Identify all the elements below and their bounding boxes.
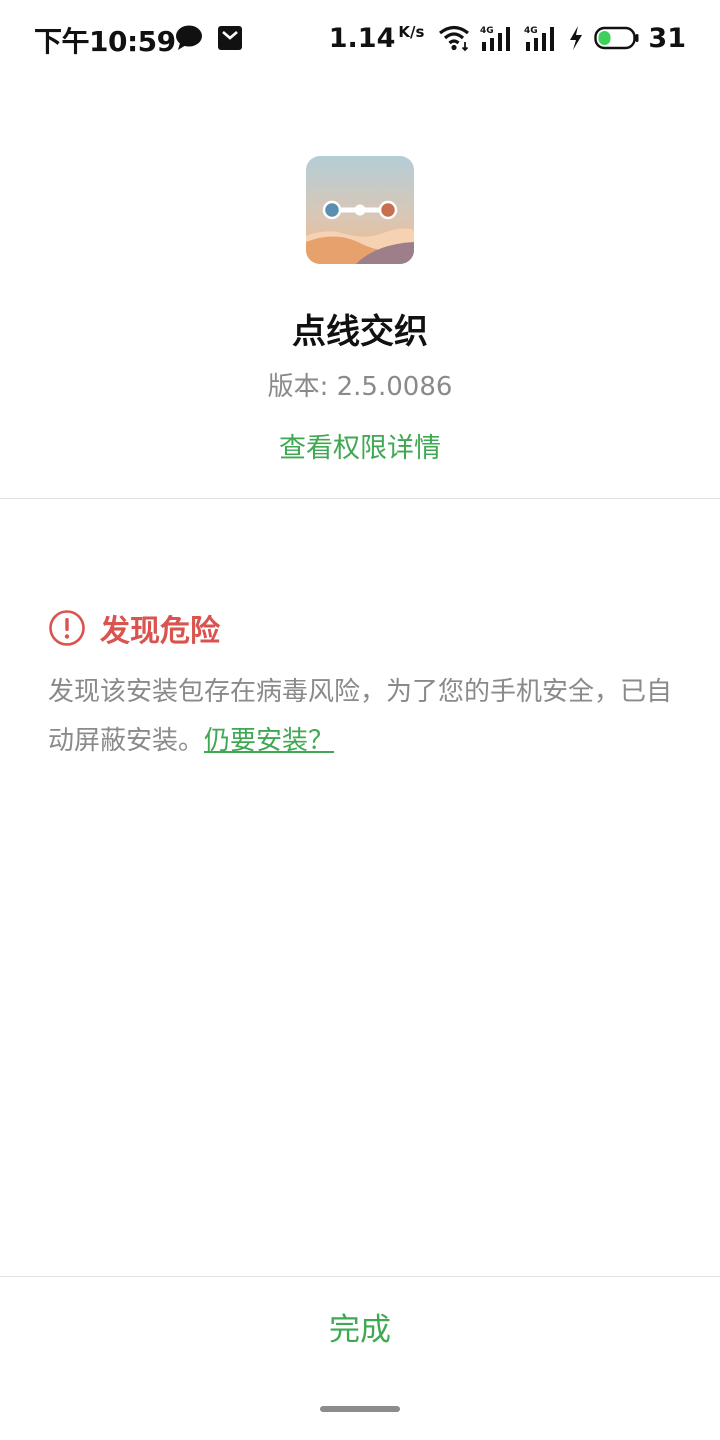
wifi-icon [439, 25, 470, 52]
app-icon [306, 156, 414, 264]
svg-text:4G: 4G [480, 26, 494, 36]
app-version: 版本: 2.5.0086 [267, 372, 453, 402]
view-permissions-link[interactable]: 查看权限详情 [0, 426, 720, 465]
chat-icon [176, 25, 202, 50]
home-indicator[interactable] [320, 1406, 400, 1412]
battery-level: 31 [648, 22, 686, 54]
warning-icon [49, 610, 85, 646]
warning-message-block: 发现该安装包存在病毒风险，为了您的手机安全，已自动屏蔽安装。仍要安装？ [48, 668, 678, 766]
status-right-group: 1.14 K/s 4G 4G 31 [329, 20, 686, 56]
battery-icon [594, 26, 639, 50]
charging-icon [570, 26, 583, 50]
mail-icon [218, 26, 242, 50]
signal-4g-icon: 4G [480, 26, 511, 51]
install-anyway-link[interactable]: 仍要安装？ [204, 726, 334, 756]
divider [0, 498, 720, 499]
svg-text:4G: 4G [524, 26, 538, 36]
bottom-divider [0, 1276, 720, 1277]
signal-4g-icon: 4G [524, 26, 555, 51]
net-speed-unit: K/s [398, 23, 425, 41]
warning-message: 发现该安装包存在病毒风险，为了您的手机安全，已自动屏蔽安装。 [48, 677, 673, 756]
app-name: 点线交织 [292, 312, 428, 352]
status-time: 下午10:59 [34, 25, 176, 58]
done-button[interactable]: 完成 [0, 1278, 720, 1382]
status-bar: 下午10:59 1.14 K/s 4G 4G 31 [0, 0, 720, 76]
warning-header: 发现危险 [48, 604, 220, 652]
net-speed: 1.14 [328, 22, 396, 54]
warning-title: 发现危险 [100, 614, 220, 649]
